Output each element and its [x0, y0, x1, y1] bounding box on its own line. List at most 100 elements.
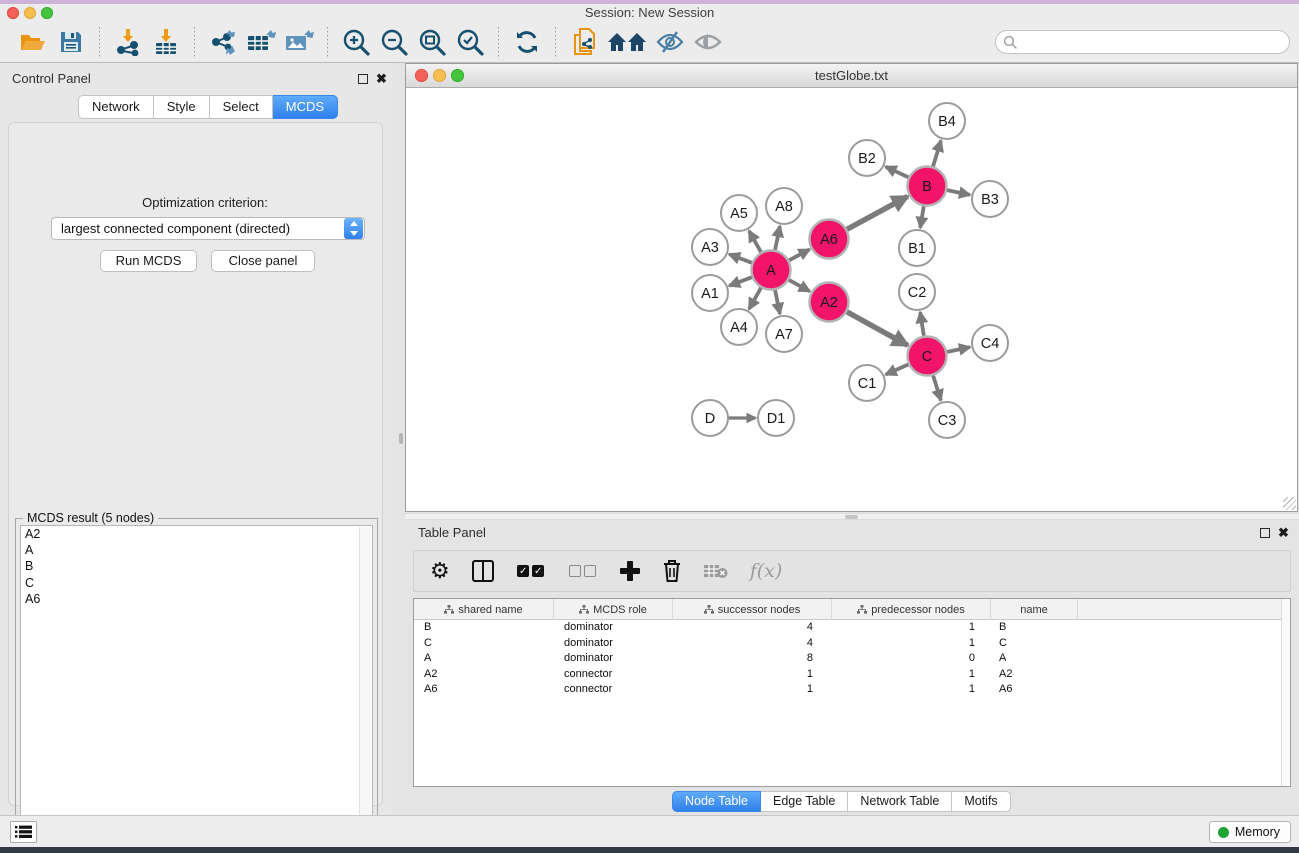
zoom-in-icon[interactable] [339, 25, 373, 59]
refresh-layout-icon[interactable] [510, 25, 544, 59]
deselect-all-columns-icon[interactable] [568, 556, 598, 586]
edge-A-A2[interactable] [789, 280, 810, 292]
column-header-shared-name[interactable]: shared name [414, 599, 554, 620]
import-table-icon[interactable] [149, 25, 183, 59]
graph-node-A4[interactable]: A4 [721, 309, 757, 345]
edge-A-A1[interactable] [729, 277, 752, 286]
float-table-panel-icon[interactable] [1260, 528, 1270, 538]
edge-B-B1[interactable] [920, 206, 924, 228]
tab-style[interactable]: Style [154, 95, 210, 119]
graph-node-C[interactable]: C [908, 337, 947, 376]
result-list-item[interactable]: B [21, 558, 372, 574]
tab-edge-table[interactable]: Edge Table [761, 791, 848, 812]
table-row[interactable]: Adominator80A [414, 651, 1290, 667]
show-columns-icon[interactable] [472, 556, 494, 586]
delete-table-icon[interactable] [704, 556, 728, 586]
search-input[interactable] [1018, 33, 1289, 51]
task-history-button[interactable] [10, 821, 37, 843]
table-row[interactable]: A2connector11A2 [414, 667, 1290, 683]
duplicate-network-icon[interactable] [567, 25, 601, 59]
tab-select[interactable]: Select [210, 95, 273, 119]
graph-node-C2[interactable]: C2 [899, 274, 935, 310]
export-image-icon[interactable] [282, 25, 316, 59]
edge-A6-B[interactable] [847, 196, 908, 229]
graph-node-D1[interactable]: D1 [758, 400, 794, 436]
zoom-selected-icon[interactable] [453, 25, 487, 59]
export-network-icon[interactable] [206, 25, 240, 59]
table-scrollbar[interactable] [1281, 599, 1290, 786]
show-all-eye-icon[interactable] [691, 25, 725, 59]
select-all-columns-icon[interactable]: ✓✓ [516, 556, 546, 586]
hide-selected-icon[interactable] [653, 25, 687, 59]
table-settings-gear-icon[interactable]: ⚙ [430, 556, 450, 586]
edge-C-C4[interactable] [947, 347, 970, 352]
column-header-name[interactable]: name [991, 599, 1078, 620]
tab-network-table[interactable]: Network Table [848, 791, 952, 812]
graph-node-B4[interactable]: B4 [929, 103, 965, 139]
edge-A2-C[interactable] [847, 312, 908, 346]
close-panel-icon[interactable]: ✖ [376, 73, 387, 84]
graph-node-C3[interactable]: C3 [929, 402, 965, 438]
delete-row-trash-icon[interactable] [662, 556, 682, 586]
save-session-icon[interactable] [54, 25, 88, 59]
graph-node-A2[interactable]: A2 [810, 283, 849, 322]
graph-node-A7[interactable]: A7 [766, 316, 802, 352]
graph-node-B3[interactable]: B3 [972, 181, 1008, 217]
edge-C-C1[interactable] [886, 364, 909, 374]
table-row[interactable]: A6connector11A6 [414, 682, 1290, 698]
edge-C-C2[interactable] [920, 312, 924, 336]
edge-A-A8[interactable] [775, 226, 780, 250]
graph-node-A1[interactable]: A1 [692, 275, 728, 311]
zoom-fit-icon[interactable] [415, 25, 449, 59]
function-builder-icon[interactable]: f(x) [750, 556, 783, 586]
tab-network[interactable]: Network [78, 95, 154, 119]
edge-A-A4[interactable] [749, 287, 761, 309]
edge-A-A7[interactable] [775, 290, 780, 314]
graph-node-B1[interactable]: B1 [899, 230, 935, 266]
optimization-criterion-dropdown[interactable]: largest connected component (directed) [51, 217, 365, 240]
node-table[interactable]: shared nameMCDS rolesuccessor nodesprede… [413, 598, 1291, 787]
result-list-scrollbar[interactable] [359, 527, 371, 848]
edge-B-B3[interactable] [947, 190, 970, 195]
graph-node-C1[interactable]: C1 [849, 365, 885, 401]
edge-A-A6[interactable] [789, 249, 810, 260]
graph-node-B[interactable]: B [908, 167, 947, 206]
vertical-scrollbar-thumb[interactable] [399, 433, 403, 444]
result-list-item[interactable]: A6 [21, 591, 372, 607]
horizontal-scrollbar[interactable] [405, 513, 1299, 520]
edge-B-B2[interactable] [886, 167, 909, 178]
memory-button[interactable]: Memory [1209, 821, 1291, 843]
column-header-successor-nodes[interactable]: successor nodes [673, 599, 832, 620]
close-panel-button[interactable]: Close panel [211, 250, 315, 272]
graph-node-C4[interactable]: C4 [972, 325, 1008, 361]
tab-mcds[interactable]: MCDS [273, 95, 338, 119]
graph-node-A8[interactable]: A8 [766, 188, 802, 224]
result-list-item[interactable]: A [21, 542, 372, 558]
network-window-titlebar[interactable]: testGlobe.txt [406, 64, 1297, 88]
graph-node-A5[interactable]: A5 [721, 195, 757, 231]
graph-node-A[interactable]: A [752, 251, 791, 290]
dropdown-stepper-icon[interactable] [344, 218, 363, 239]
zoom-out-icon[interactable] [377, 25, 411, 59]
edge-A-A5[interactable] [749, 231, 761, 253]
table-row[interactable]: Bdominator41B [414, 620, 1290, 636]
open-session-icon[interactable] [16, 25, 50, 59]
window-resize-grip[interactable] [1283, 497, 1296, 510]
close-table-panel-icon[interactable]: ✖ [1278, 527, 1289, 538]
column-header-MCDS-role[interactable]: MCDS role [554, 599, 673, 620]
import-network-icon[interactable] [111, 25, 145, 59]
tab-node-table[interactable]: Node Table [672, 791, 761, 812]
export-table-icon[interactable] [244, 25, 278, 59]
result-list-item[interactable]: C [21, 575, 372, 591]
table-row[interactable]: Cdominator41C [414, 636, 1290, 652]
horizontal-scrollbar-thumb[interactable] [845, 515, 858, 519]
tab-motifs[interactable]: Motifs [952, 791, 1010, 812]
graph-node-A6[interactable]: A6 [810, 220, 849, 259]
float-panel-icon[interactable] [358, 74, 368, 84]
column-header-predecessor-nodes[interactable]: predecessor nodes [832, 599, 991, 620]
edge-C-C3[interactable] [933, 375, 941, 400]
network-graph-canvas[interactable]: B4B2BB3A8A5A6A3B1AA1C2A2A4A7C4CC1C3DD1 [407, 89, 1298, 512]
mcds-result-list[interactable]: A2ABCA6 [20, 525, 373, 850]
add-column-icon[interactable] [620, 556, 640, 586]
search-field[interactable] [995, 30, 1290, 54]
